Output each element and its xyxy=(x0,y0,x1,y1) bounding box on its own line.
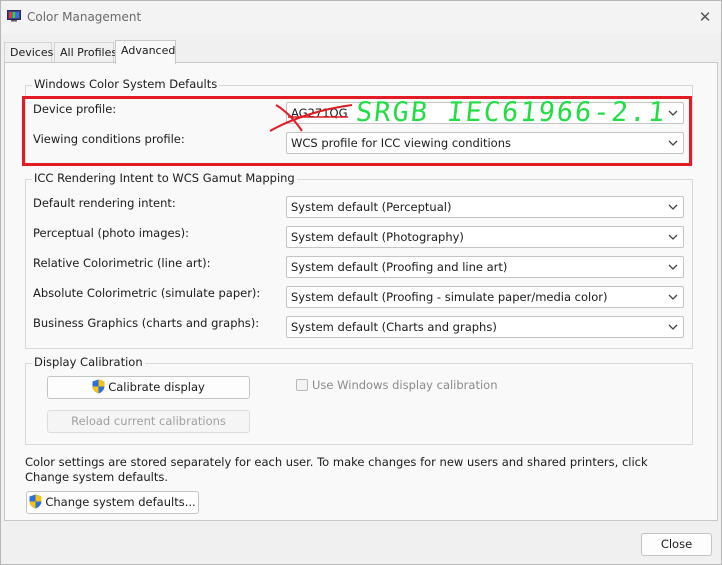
uac-shield-icon xyxy=(92,379,105,394)
chevron-down-icon xyxy=(668,264,678,270)
default-intent-label: Default rendering intent: xyxy=(33,196,176,210)
reload-calibrations-button[interactable]: Reload current calibrations xyxy=(47,410,250,433)
chevron-down-icon xyxy=(668,204,678,210)
default-intent-select[interactable]: System default (Perceptual) xyxy=(286,196,684,218)
display-calibration-title: Display Calibration xyxy=(32,355,145,369)
business-graphics-value: System default (Charts and graphs) xyxy=(291,320,497,334)
chevron-down-icon xyxy=(668,234,678,240)
relative-colorimetric-select[interactable]: System default (Proofing and line art) xyxy=(286,256,684,278)
window-close-button[interactable]: ✕ xyxy=(695,7,715,27)
color-management-icon xyxy=(7,10,21,22)
title-bar: Color Management ✕ xyxy=(1,1,721,34)
close-button[interactable]: Close xyxy=(641,533,712,556)
change-system-defaults-button[interactable]: Change system defaults... xyxy=(26,491,199,514)
absolute-colorimetric-label: Absolute Colorimetric (simulate paper): xyxy=(33,286,261,300)
relative-colorimetric-value: System default (Proofing and line art) xyxy=(291,260,508,274)
absolute-colorimetric-select[interactable]: System default (Proofing - simulate pape… xyxy=(286,286,684,308)
business-graphics-select[interactable]: System default (Charts and graphs) xyxy=(286,316,684,338)
calibrate-display-button[interactable]: Calibrate display xyxy=(47,376,250,399)
relative-colorimetric-label: Relative Colorimetric (line art): xyxy=(33,256,211,270)
chevron-down-icon xyxy=(668,324,678,330)
perceptual-label: Perceptual (photo images): xyxy=(33,226,189,240)
settings-note: Color settings are stored separately for… xyxy=(25,455,648,484)
window-title: Color Management xyxy=(27,10,142,24)
color-management-window: Color Management ✕ Devices All Profiles … xyxy=(0,0,722,565)
use-windows-calibration-label: Use Windows display calibration xyxy=(312,378,498,392)
perceptual-value: System default (Photography) xyxy=(291,230,464,244)
icc-mapping-title: ICC Rendering Intent to WCS Gamut Mappin… xyxy=(32,171,297,185)
change-system-defaults-label: Change system defaults... xyxy=(45,495,196,509)
absolute-colorimetric-value: System default (Proofing - simulate pape… xyxy=(291,290,608,304)
tab-all-profiles[interactable]: All Profiles xyxy=(54,42,117,63)
tab-strip: Devices All Profiles Advanced xyxy=(1,40,721,64)
perceptual-select[interactable]: System default (Photography) xyxy=(286,226,684,248)
calibrate-display-label: Calibrate display xyxy=(108,380,205,394)
use-windows-calibration-checkbox[interactable] xyxy=(296,379,308,391)
annotation-handwritten-text: SRGB IEC61966-2.1 xyxy=(354,97,668,128)
tab-advanced[interactable]: Advanced xyxy=(115,40,176,64)
chevron-down-icon xyxy=(668,294,678,300)
tab-devices[interactable]: Devices xyxy=(4,42,53,63)
wcs-defaults-title: Windows Color System Defaults xyxy=(32,77,220,91)
default-intent-value: System default (Perceptual) xyxy=(291,200,452,214)
uac-shield-icon xyxy=(29,494,42,509)
business-graphics-label: Business Graphics (charts and graphs): xyxy=(33,316,260,330)
annotation-strike-mark xyxy=(269,104,353,132)
